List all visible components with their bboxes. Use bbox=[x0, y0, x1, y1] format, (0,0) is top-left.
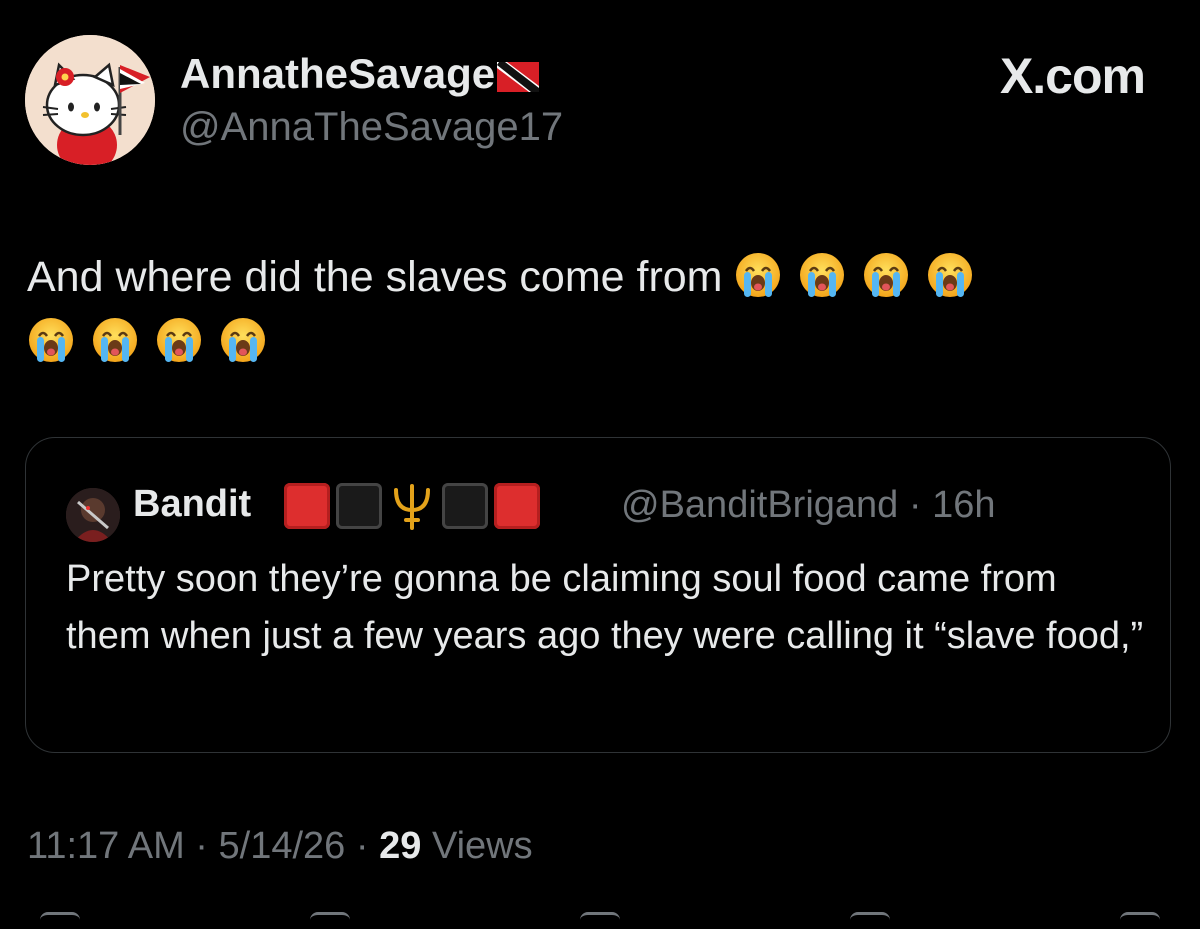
tweet-date[interactable]: 5/14/26 bbox=[219, 825, 346, 867]
x-com-logo: X.com bbox=[999, 48, 1146, 104]
like-icon[interactable] bbox=[580, 912, 620, 929]
quote-author-avatar[interactable] bbox=[66, 488, 120, 542]
loudly-crying-face-icon bbox=[800, 253, 845, 297]
meta-separator: · bbox=[195, 825, 208, 867]
author-handle[interactable]: @AnnaTheSavage17 bbox=[180, 105, 563, 150]
action-bar bbox=[0, 912, 1200, 926]
reply-icon[interactable] bbox=[40, 912, 80, 929]
author-display-name[interactable]: AnnatheSavage bbox=[180, 50, 540, 98]
black-square-icon bbox=[336, 483, 382, 529]
bookmark-icon[interactable] bbox=[850, 912, 890, 929]
trinidad-and-tobago-flag-icon bbox=[497, 61, 540, 92]
quote-author-badges bbox=[284, 482, 540, 530]
loudly-crying-face-icon bbox=[29, 318, 73, 362]
hello-kitty-avatar-icon bbox=[25, 35, 155, 165]
emoji-row bbox=[27, 310, 1167, 375]
loudly-crying-face-icon bbox=[736, 253, 781, 297]
loudly-crying-face-icon bbox=[864, 253, 909, 297]
trident-icon bbox=[394, 484, 430, 530]
tweet-meta: 11:17 AM · 5/14/26 · 29 Views bbox=[27, 825, 533, 868]
red-square-icon bbox=[284, 483, 330, 529]
quote-handle-time[interactable]: @BanditBrigand · 16h bbox=[621, 484, 995, 527]
meta-separator: · bbox=[355, 825, 369, 867]
quoted-tweet[interactable]: Bandit @BanditBrigand · 16h Pretty soon … bbox=[25, 437, 1171, 753]
red-square-icon bbox=[494, 483, 540, 529]
bandit-avatar-icon bbox=[66, 488, 120, 542]
views-label: Views bbox=[431, 825, 533, 867]
black-square-icon bbox=[442, 483, 488, 529]
loudly-crying-face-icon bbox=[93, 318, 137, 362]
author-avatar[interactable] bbox=[25, 35, 155, 165]
emoji-row bbox=[734, 253, 974, 301]
loudly-crying-face-icon bbox=[221, 318, 265, 362]
repost-icon[interactable] bbox=[310, 912, 350, 929]
loudly-crying-face-icon bbox=[157, 318, 201, 362]
author-name-text: AnnatheSavage bbox=[180, 50, 496, 97]
tweet-body: And where did the slaves come from bbox=[27, 245, 1167, 375]
tweet-text: And where did the slaves come from bbox=[27, 253, 723, 301]
views-count: 29 bbox=[379, 825, 422, 867]
quote-text: Pretty soon they’re gonna be claiming so… bbox=[66, 558, 1144, 657]
loudly-crying-face-icon bbox=[928, 253, 973, 297]
share-icon[interactable] bbox=[1120, 912, 1160, 929]
quote-author-name[interactable]: Bandit bbox=[133, 483, 251, 526]
tweet-time[interactable]: 11:17 AM bbox=[27, 825, 185, 867]
